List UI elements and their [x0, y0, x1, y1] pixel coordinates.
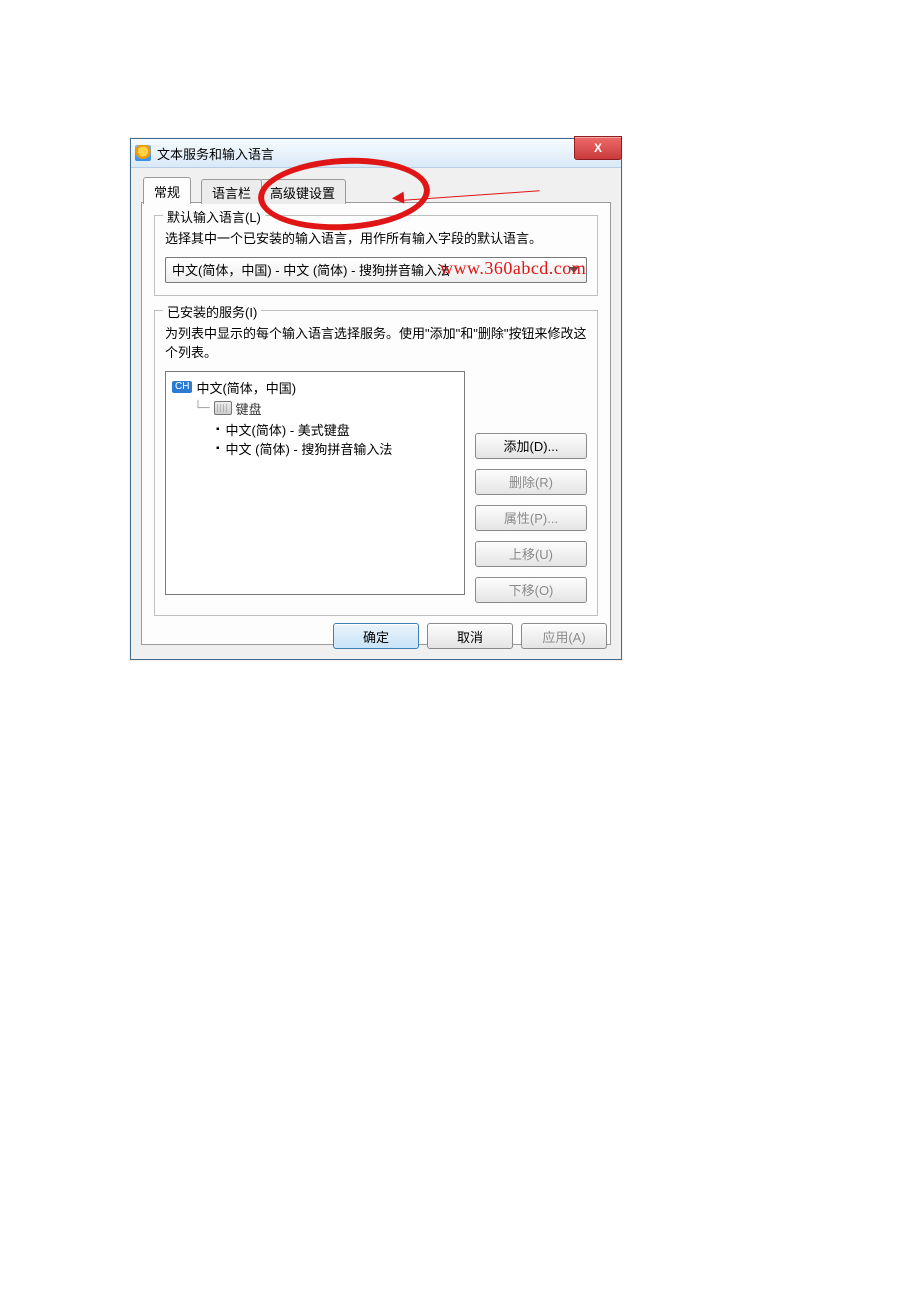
- language-label: 中文(简体，中国): [196, 378, 296, 397]
- move-down-button[interactable]: 下移(O): [475, 577, 587, 603]
- window-title: 文本服务和输入语言: [157, 144, 274, 163]
- group-legend: 默认输入语言(L): [163, 207, 265, 226]
- installed-services-tree[interactable]: CH 中文(简体，中国) └─ 键盘 中文(简体) - 美式键盘: [165, 371, 465, 595]
- annotation-watermark: www.360abcd.com: [440, 258, 586, 279]
- tree-ime-item[interactable]: 中文 (简体) - 搜狗拼音输入法: [212, 439, 458, 458]
- move-up-button[interactable]: 上移(U): [475, 541, 587, 567]
- service-buttons-column: 添加(D)... 删除(R) 属性(P)... 上移(U) 下移(O): [475, 371, 587, 603]
- titlebar[interactable]: 文本服务和输入语言 X: [131, 139, 621, 168]
- combobox-value: 中文(简体，中国) - 中文 (简体) - 搜狗拼音输入法: [172, 260, 450, 279]
- properties-button[interactable]: 属性(P)...: [475, 505, 587, 531]
- close-button[interactable]: X: [574, 136, 622, 160]
- close-icon: X: [594, 142, 602, 154]
- tab-strip: 常规 语言栏 高级键设置: [141, 175, 611, 203]
- tab-advanced-key-settings[interactable]: 高级键设置: [259, 179, 346, 204]
- installed-services-description: 为列表中显示的每个输入语言选择服务。使用"添加"和"删除"按钮来修改这个列表。: [165, 325, 587, 363]
- apply-button[interactable]: 应用(A): [521, 623, 607, 649]
- cancel-button[interactable]: 取消: [427, 623, 513, 649]
- tab-language-bar[interactable]: 语言栏: [201, 179, 262, 204]
- default-language-description: 选择其中一个已安装的输入语言，用作所有输入字段的默认语言。: [165, 230, 587, 249]
- ok-button[interactable]: 确定: [333, 623, 419, 649]
- group-default-input-language: 默认输入语言(L) 选择其中一个已安装的输入语言，用作所有输入字段的默认语言。 …: [154, 215, 598, 296]
- app-icon: [135, 145, 151, 161]
- remove-button[interactable]: 删除(R): [475, 469, 587, 495]
- group-legend: 已安装的服务(I): [163, 302, 261, 321]
- dialog-text-services: 文本服务和输入语言 X 常规 语言栏 高级键设置 默认输入语言(L) 选择其中一…: [130, 138, 622, 660]
- dialog-button-row: 确定 取消 应用(A): [333, 623, 607, 649]
- add-button[interactable]: 添加(D)...: [475, 433, 587, 459]
- keyboard-icon: [214, 401, 232, 415]
- keyboard-label: 键盘: [236, 399, 262, 418]
- tab-general[interactable]: 常规: [143, 177, 191, 204]
- tree-ime-item[interactable]: 中文(简体) - 美式键盘: [212, 420, 458, 439]
- tree-keyboard-node[interactable]: └─ 键盘: [194, 399, 458, 418]
- tree-language-node[interactable]: CH 中文(简体，中国): [172, 378, 458, 397]
- group-installed-services: 已安装的服务(I) 为列表中显示的每个输入语言选择服务。使用"添加"和"删除"按…: [154, 310, 598, 616]
- language-badge-icon: CH: [172, 381, 192, 393]
